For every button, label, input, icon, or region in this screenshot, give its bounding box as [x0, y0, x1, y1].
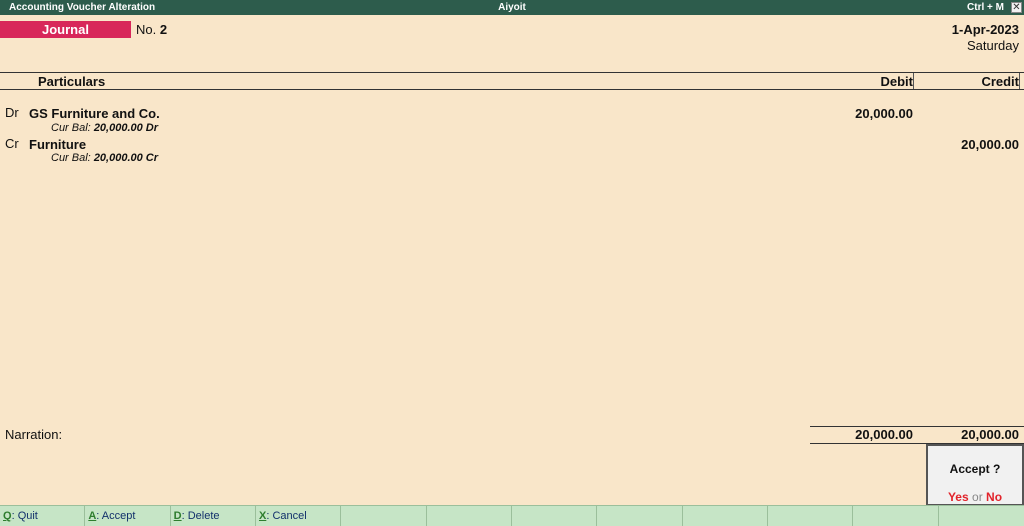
- cur-bal-value: 20,000.00 Dr: [93, 122, 159, 134]
- entry-current-balance: Cur Bal: 20,000.00 Cr: [51, 152, 158, 164]
- delete-button[interactable]: D: Delete: [171, 506, 256, 526]
- total-credit: 20,000.00: [961, 427, 1019, 442]
- column-header-credit: Credit: [981, 74, 1019, 89]
- header-bottom-divider: [0, 89, 1024, 90]
- or-text: or: [972, 490, 983, 504]
- cur-bal-value: 20,000.00 Cr: [93, 152, 159, 164]
- entry-credit-amount[interactable]: 20,000.00: [909, 137, 1019, 152]
- company-name: Aiyoit: [498, 2, 526, 13]
- entry-dr-cr[interactable]: Dr: [5, 105, 19, 120]
- yes-button[interactable]: Yes: [948, 490, 969, 504]
- voucher-type-badge[interactable]: Journal: [0, 21, 131, 38]
- fkey-slot-empty: [768, 506, 854, 526]
- entry-current-balance: Cur Bal: 20,000.00 Dr: [51, 122, 158, 134]
- voucher-date[interactable]: 1-Apr-2023: [952, 22, 1019, 37]
- entry-dr-cr[interactable]: Cr: [5, 136, 19, 151]
- fkey-slot-empty: [853, 506, 939, 526]
- accept-button[interactable]: A: Accept: [85, 506, 171, 526]
- fkey-shortcut: D: [173, 510, 182, 522]
- close-icon[interactable]: ✕: [1011, 2, 1022, 13]
- fkey-shortcut: A: [88, 510, 97, 522]
- voucher-number-value: 2: [159, 22, 168, 37]
- fkey-shortcut: Q: [3, 510, 12, 522]
- fkey-slot-empty: [427, 506, 512, 526]
- column-header-debit: Debit: [880, 74, 914, 89]
- quit-button[interactable]: Q: Quit: [0, 506, 86, 526]
- fkey-label: Accept: [101, 510, 136, 522]
- fkey-slot-empty: [512, 506, 598, 526]
- fkey-label: Cancel: [272, 510, 307, 522]
- fkey-label: Quit: [17, 510, 38, 522]
- header-top-divider: [0, 72, 1024, 73]
- total-debit: 20,000.00: [855, 427, 913, 442]
- column-header-particulars: Particulars: [38, 74, 106, 89]
- title-bar: Accounting Voucher Alteration Aiyoit Ctr…: [0, 0, 1024, 15]
- accept-answers: Yes or No: [928, 490, 1022, 504]
- cur-bal-label: Cur Bal:: [51, 122, 91, 134]
- fkey-slot-empty: [597, 506, 683, 526]
- fkey-slot-empty: [683, 506, 768, 526]
- entry-ledger-name[interactable]: Furniture: [29, 137, 86, 152]
- fkey-slot-empty: [939, 506, 1024, 526]
- fkey-label: Delete: [187, 510, 220, 522]
- cancel-button[interactable]: X: Cancel: [256, 506, 342, 526]
- voucher-number: No. 2: [136, 22, 167, 37]
- voucher-day: Saturday: [966, 38, 1019, 53]
- cur-bal-label: Cur Bal:: [51, 152, 91, 164]
- accept-question: Accept ?: [949, 462, 1001, 476]
- fkey-shortcut: X: [258, 510, 267, 522]
- column-divider: [913, 73, 914, 89]
- no-button[interactable]: No: [986, 490, 1002, 504]
- fkey-slot-empty: [341, 506, 427, 526]
- accept-dialog: Accept ? Yes or No: [926, 444, 1024, 506]
- function-key-bar: Q: Quit A: Accept D: Delete X: Cancel: [0, 505, 1024, 526]
- narration-field[interactable]: Narration:: [5, 427, 62, 442]
- entry-debit-amount[interactable]: 20,000.00: [803, 106, 913, 121]
- column-divider: [1019, 73, 1020, 89]
- shortcut-hint: Ctrl + M: [967, 2, 1004, 13]
- voucher-number-label: No.: [136, 22, 157, 37]
- entry-ledger-name[interactable]: GS Furniture and Co.: [29, 106, 160, 121]
